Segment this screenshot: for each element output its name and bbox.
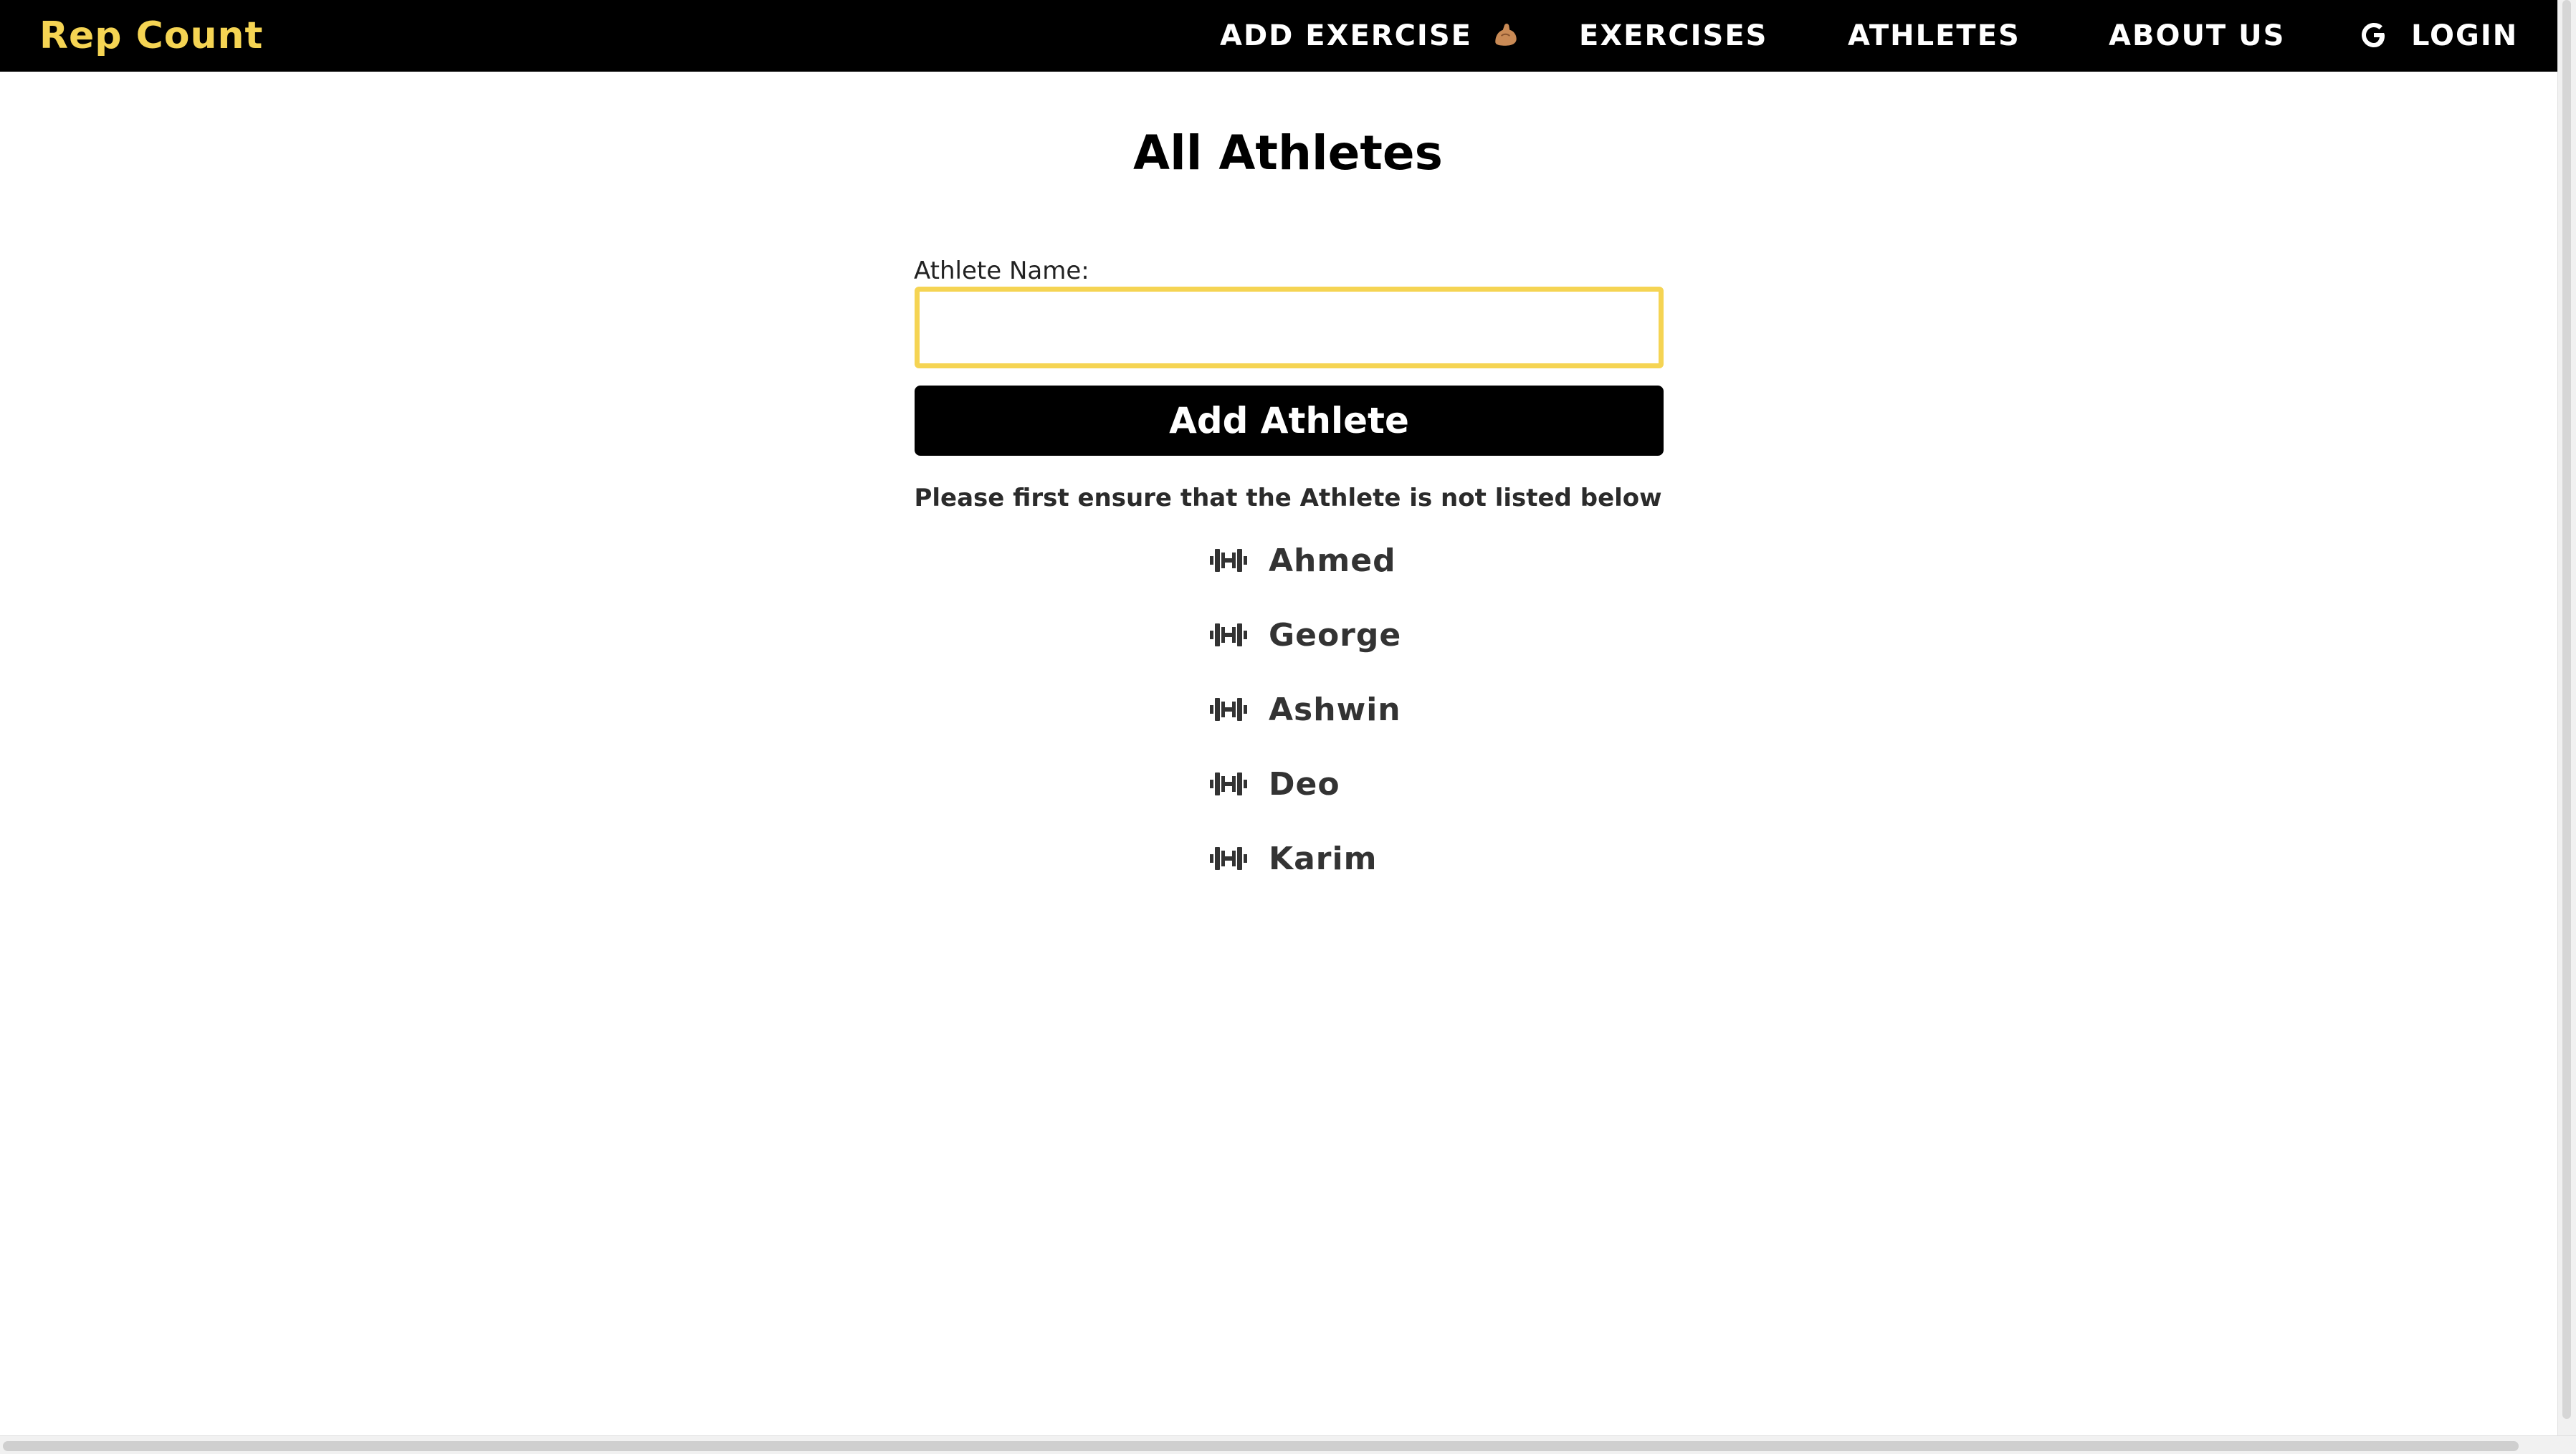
dumbbell-icon bbox=[1210, 623, 1247, 646]
brand-logo[interactable]: Rep Count bbox=[39, 0, 263, 72]
dumbbell-icon bbox=[1210, 847, 1247, 870]
nav-login-label: LOGIN bbox=[2410, 19, 2519, 52]
dumbbell-icon bbox=[1210, 773, 1247, 795]
nav-exercises[interactable]: EXERCISES bbox=[1579, 0, 1766, 72]
nav-login[interactable]: LOGIN bbox=[2360, 0, 2517, 72]
athlete-name: Ahmed bbox=[1269, 542, 1396, 579]
athlete-name-label: Athlete Name: bbox=[914, 257, 1089, 285]
athlete-list-item[interactable]: Karim bbox=[1210, 821, 1401, 896]
athlete-name: Karim bbox=[1269, 840, 1378, 877]
athlete-list: Ahmed George Ashwin Deo Karim bbox=[1210, 523, 1401, 896]
add-athlete-button[interactable]: Add Athlete bbox=[915, 386, 1664, 456]
page-title: All Athletes bbox=[1133, 125, 1443, 181]
athlete-list-item[interactable]: Ahmed bbox=[1210, 523, 1401, 598]
athlete-name: Deo bbox=[1269, 765, 1340, 803]
vertical-scrollbar[interactable] bbox=[2557, 0, 2576, 1435]
athlete-list-item[interactable]: George bbox=[1210, 598, 1401, 672]
dumbbell-icon bbox=[1210, 549, 1247, 572]
notice-text: Please first ensure that the Athlete is … bbox=[914, 484, 1662, 512]
nav-athletes[interactable]: ATHLETES bbox=[1848, 0, 2027, 72]
top-navbar: Rep Count ADD EXERCISE EXERCISES ATHLETE… bbox=[0, 0, 2557, 72]
nav-add-exercise[interactable]: ADD EXERCISE bbox=[1220, 0, 1517, 72]
flexed-biceps-icon bbox=[1495, 24, 1517, 46]
athlete-list-item[interactable]: Ashwin bbox=[1210, 672, 1401, 747]
horizontal-scrollbar-thumb[interactable] bbox=[3, 1441, 2519, 1451]
horizontal-scrollbar[interactable] bbox=[0, 1435, 2576, 1454]
dumbbell-icon bbox=[1210, 698, 1247, 721]
nav-about-us[interactable]: ABOUT US bbox=[2109, 0, 2324, 72]
vertical-scrollbar-thumb[interactable] bbox=[2562, 0, 2571, 1419]
athlete-name: George bbox=[1269, 616, 1402, 654]
google-g-icon bbox=[2362, 23, 2385, 47]
athlete-list-item[interactable]: Deo bbox=[1210, 747, 1401, 821]
athlete-name-input[interactable] bbox=[915, 287, 1664, 368]
athlete-name: Ashwin bbox=[1269, 691, 1401, 728]
nav-add-exercise-label: ADD EXERCISE bbox=[1220, 19, 1472, 52]
